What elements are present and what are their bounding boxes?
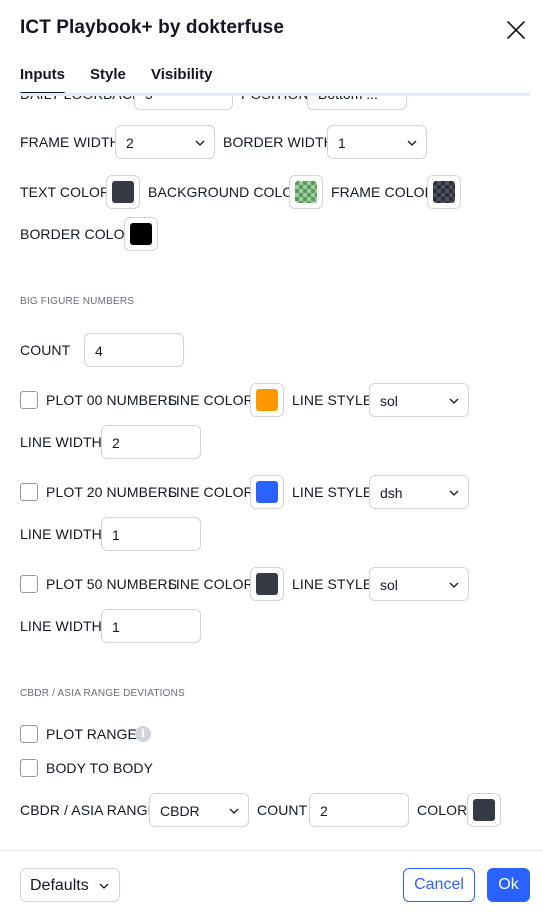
plot-00-line-color-fill: [256, 389, 278, 411]
chevron-down-icon: [449, 490, 459, 496]
info-icon[interactable]: i: [135, 726, 151, 742]
count-input[interactable]: 4: [84, 333, 184, 367]
defaults-dropdown[interactable]: Defaults: [20, 868, 120, 902]
chevron-down-icon: [407, 140, 417, 146]
plot-00-label: PLOT 00 NUMBERS: [46, 392, 178, 408]
inputs-panel[interactable]: DAILY LOOKBACK 5 POSITION Bottom ... FRA…: [0, 93, 543, 850]
cbdr-color-label: COLOR: [417, 802, 468, 818]
scroll-fade: [20, 93, 530, 96]
plot-00-line-width-input[interactable]: 2: [101, 425, 201, 459]
tab-style[interactable]: Style: [90, 66, 126, 83]
plot-50-line-style-label: LINE STYLE: [292, 576, 373, 592]
count-label: COUNT: [20, 342, 71, 358]
tab-visibility[interactable]: Visibility: [151, 66, 212, 83]
chevron-down-icon: [99, 883, 109, 889]
chevron-down-icon: [449, 398, 459, 404]
footer-divider: [0, 850, 543, 851]
plot-20-label: PLOT 20 NUMBERS: [46, 484, 178, 500]
text-color-swatch[interactable]: [106, 175, 140, 209]
plot-20-line-color-swatch[interactable]: [250, 475, 284, 509]
border-color-fill: [130, 223, 152, 245]
plot-20-line-width-label: LINE WIDTH: [20, 526, 102, 542]
background-color-swatch[interactable]: [289, 175, 323, 209]
plot-20-checkbox[interactable]: [20, 483, 38, 501]
cbdr-range-select[interactable]: CBDR: [149, 793, 249, 827]
frame-color-fill: [433, 181, 455, 203]
plot-00-line-style-label: LINE STYLE: [292, 392, 373, 408]
plot-20-line-style-select[interactable]: dsh: [369, 475, 469, 509]
cbdr-count-input[interactable]: 2: [309, 793, 409, 827]
section-title-big-figure: BIG FIGURE NUMBERS: [20, 296, 135, 307]
plot-50-line-color-swatch[interactable]: [250, 567, 284, 601]
plot-20-line-style-label: LINE STYLE: [292, 484, 373, 500]
dialog-header: ICT Playbook+ by dokterfuse: [0, 0, 543, 60]
text-color-fill: [112, 181, 134, 203]
plot-range-checkbox[interactable]: [20, 725, 38, 743]
tab-bar: Inputs Style Visibility: [0, 60, 543, 96]
close-icon: [507, 21, 525, 39]
plot-00-checkbox[interactable]: [20, 391, 38, 409]
chevron-down-icon: [449, 582, 459, 588]
chevron-down-icon: [229, 808, 239, 814]
background-color-label: BACKGROUND COLOR: [148, 184, 304, 200]
body-to-body-checkbox[interactable]: [20, 759, 38, 777]
frame-color-swatch[interactable]: [427, 175, 461, 209]
close-button[interactable]: [503, 17, 529, 43]
section-title-cbdr: CBDR / ASIA RANGE DEVIATIONS: [20, 688, 185, 699]
body-to-body-label: BODY TO BODY: [46, 760, 154, 776]
plot-20-line-color-label: LINE COLOR: [168, 484, 254, 500]
plot-00-line-color-swatch[interactable]: [250, 383, 284, 417]
border-width-label: BORDER WIDTH: [223, 134, 334, 150]
background-color-fill: [295, 181, 317, 203]
chevron-down-icon: [195, 140, 205, 146]
frame-width-label: FRAME WIDTH: [20, 134, 120, 150]
plot-20-line-color-fill: [256, 481, 278, 503]
cbdr-count-label: COUNT: [257, 802, 308, 818]
plot-50-line-color-label: LINE COLOR: [168, 576, 254, 592]
plot-50-line-color-fill: [256, 573, 278, 595]
cbdr-range-label: CBDR / ASIA RANGE: [20, 802, 158, 818]
plot-range-label: PLOT RANGE: [46, 726, 137, 742]
frame-width-select[interactable]: 2: [115, 125, 215, 159]
plot-50-line-width-input[interactable]: 1: [101, 609, 201, 643]
plot-50-line-width-label: LINE WIDTH: [20, 618, 102, 634]
dialog-title: ICT Playbook+ by dokterfuse: [20, 17, 285, 38]
plot-50-label: PLOT 50 NUMBERS: [46, 576, 178, 592]
plot-00-line-style-select[interactable]: sol: [369, 383, 469, 417]
plot-20-line-width-input[interactable]: 1: [101, 517, 201, 551]
border-width-select[interactable]: 1: [327, 125, 427, 159]
border-color-swatch[interactable]: [124, 217, 158, 251]
plot-00-line-color-label: LINE COLOR: [168, 392, 254, 408]
plot-50-line-style-select[interactable]: sol: [369, 567, 469, 601]
cancel-button[interactable]: Cancel: [403, 868, 475, 902]
ok-button[interactable]: Ok: [487, 868, 530, 902]
cbdr-color-swatch[interactable]: [467, 793, 501, 827]
border-color-label: BORDER COLOR: [20, 226, 135, 242]
cbdr-color-fill: [473, 799, 495, 821]
text-color-label: TEXT COLOR: [20, 184, 111, 200]
frame-color-label: FRAME COLOR: [331, 184, 435, 200]
plot-50-checkbox[interactable]: [20, 575, 38, 593]
plot-00-line-width-label: LINE WIDTH: [20, 434, 102, 450]
tab-inputs[interactable]: Inputs: [20, 66, 65, 95]
